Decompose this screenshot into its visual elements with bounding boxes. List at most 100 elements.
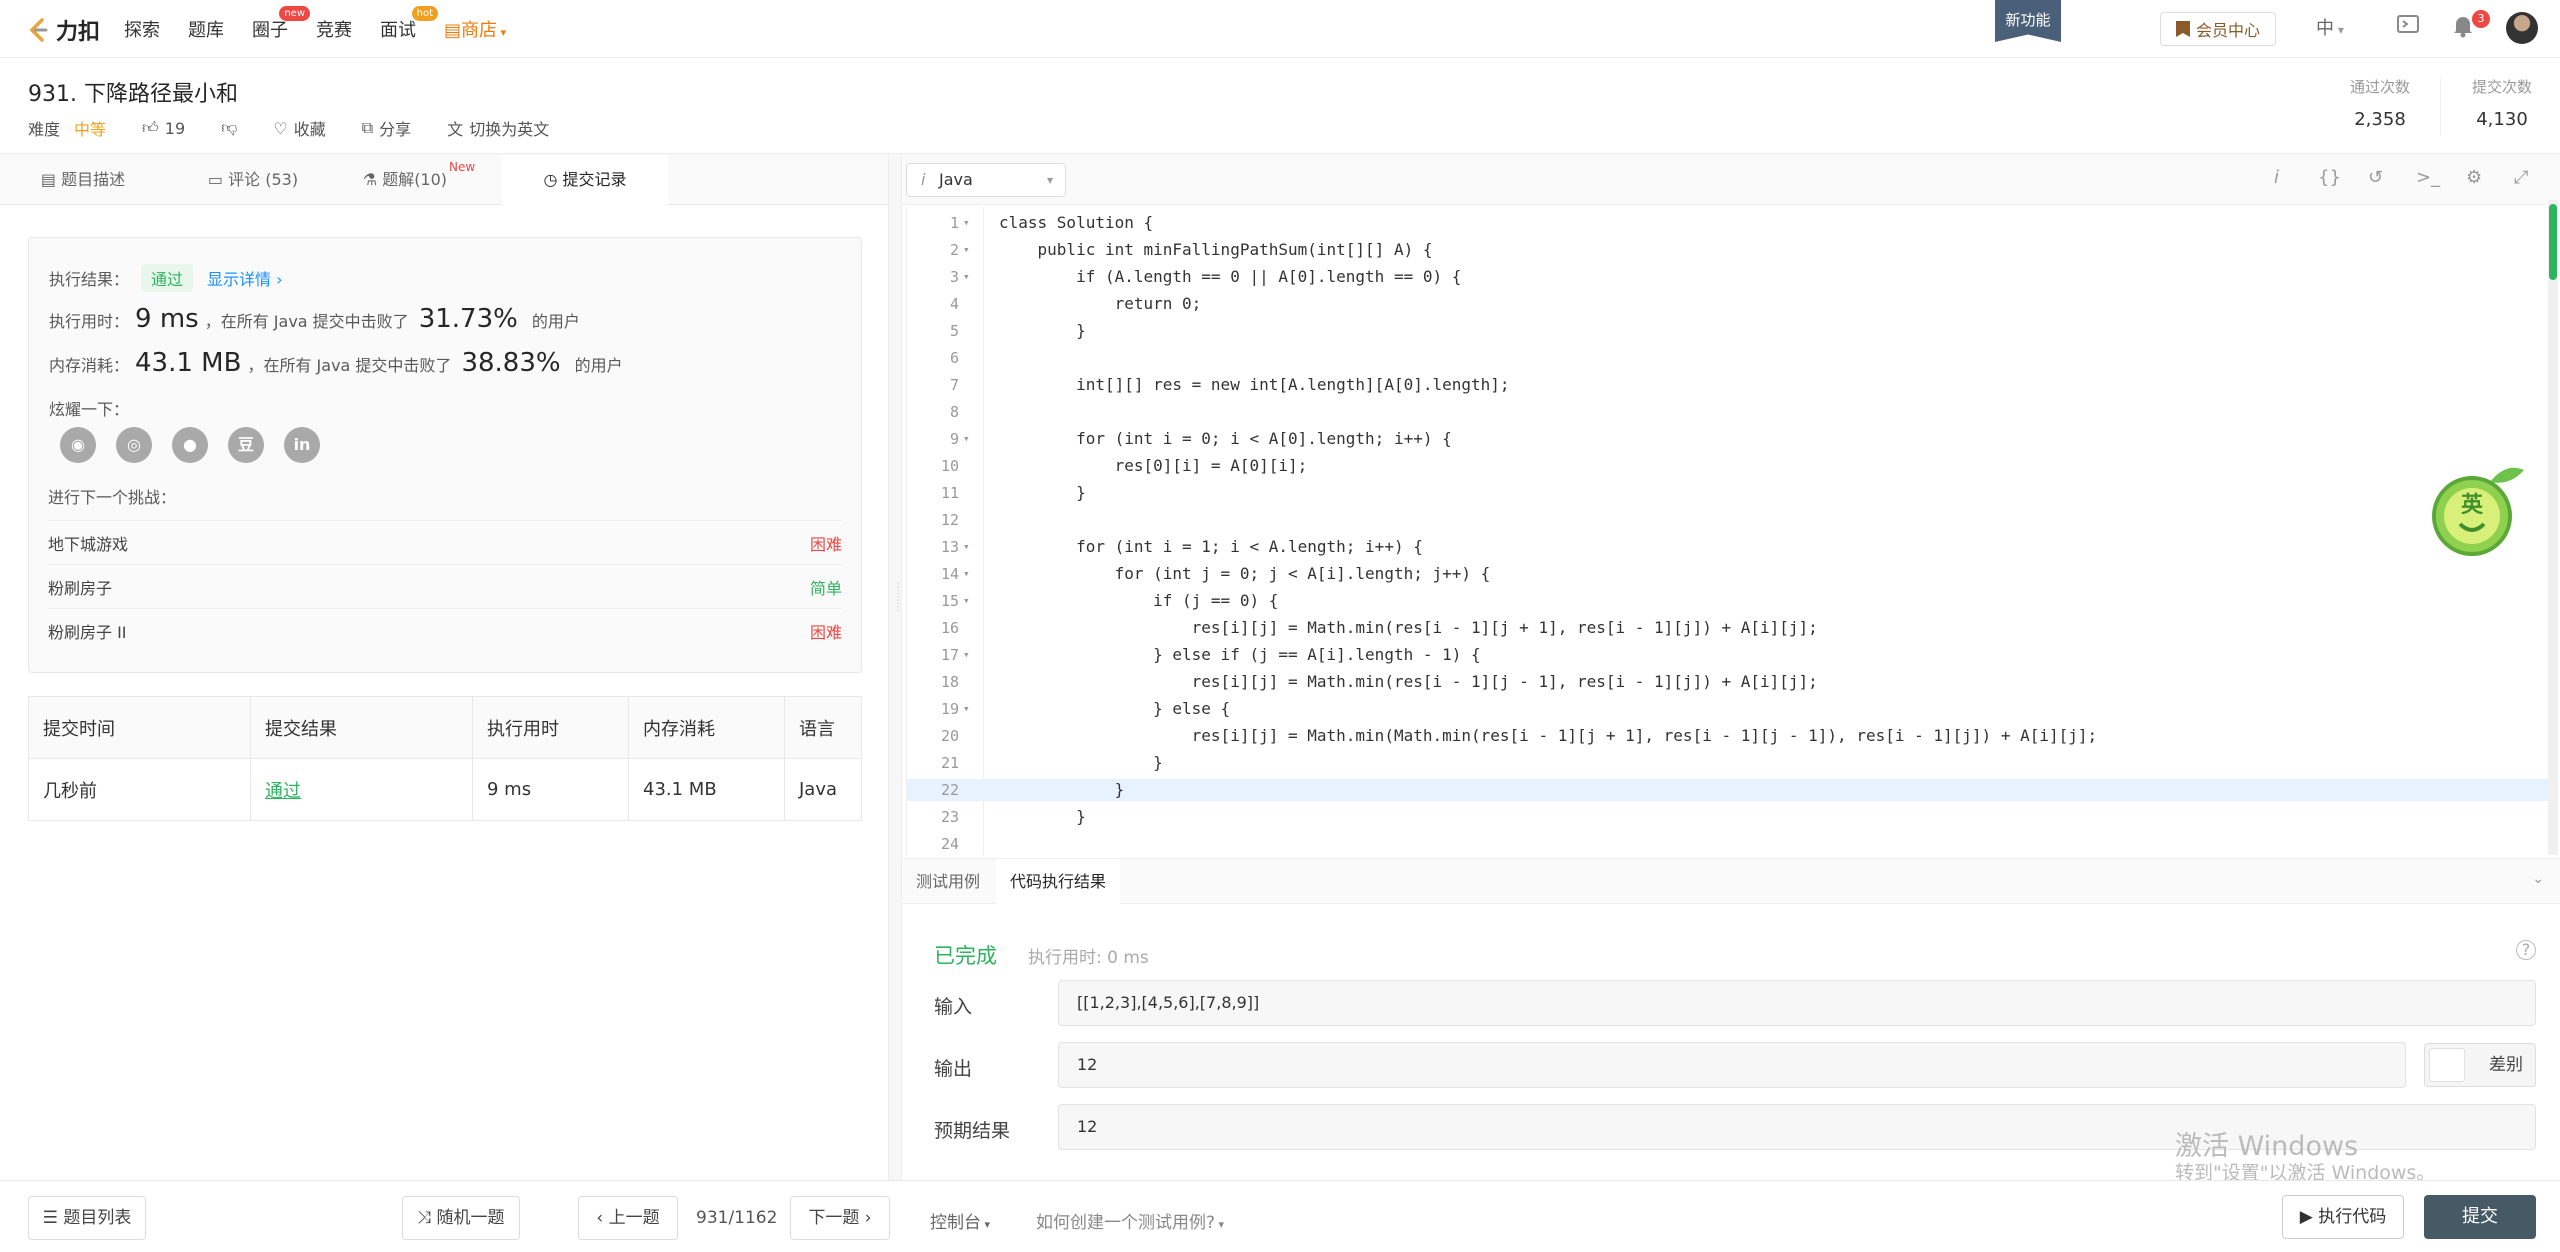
chevron-down-icon: ▾: [1215, 1218, 1225, 1231]
fold-icon[interactable]: ▾: [963, 212, 970, 234]
mascot-icon[interactable]: 英: [2428, 460, 2528, 560]
info-icon: i: [921, 170, 926, 189]
code-line: 11 }: [907, 482, 2550, 504]
table-cell: 43.1 MB: [628, 758, 785, 821]
memory-row: 内存消耗： 43.1 MB ，在所有 Java 提交中击败了 38.83% 的用…: [49, 348, 623, 378]
douban-icon[interactable]: 豆: [228, 427, 264, 463]
code-editor[interactable]: 1 ▾ class Solution {2 ▾ public int minFalli…: [906, 207, 2550, 855]
editor-scrollbar[interactable]: [2548, 200, 2558, 855]
tab-description[interactable]: ▤ 题目描述: [8, 155, 158, 205]
nav-circle[interactable]: 圈子 new: [252, 6, 310, 42]
nav-contest[interactable]: 竞赛: [316, 16, 352, 42]
hot-badge: hot: [411, 6, 438, 21]
line-number: 8: [949, 403, 959, 421]
vip-center-button[interactable]: 会员中心: [2160, 12, 2276, 46]
store-icon: ▤: [444, 20, 462, 41]
new-label: New: [449, 160, 476, 174]
nav-store[interactable]: ▤商店 ▾: [444, 16, 506, 42]
help-icon[interactable]: ?: [2516, 940, 2536, 960]
code-text: }: [999, 483, 1086, 502]
translate-icon: 文: [447, 120, 464, 139]
submission-result-link[interactable]: 通过: [250, 758, 473, 821]
fullscreen-icon[interactable]: ⤢: [2514, 167, 2528, 188]
playground-icon[interactable]: [2396, 14, 2420, 41]
submissions-stat: 提交次数 4,130: [2471, 78, 2532, 130]
code-line: 16 res[i][j] = Math.min(res[i - 1][j + 1…: [907, 617, 2550, 639]
chevron-right-icon: ›: [859, 1208, 872, 1228]
output-value: 12: [1058, 1042, 2406, 1088]
info-icon[interactable]: i: [2274, 167, 2279, 188]
table-row: 几秒前 通过 9 ms 43.1 MB Java: [28, 758, 862, 821]
diff-toggle[interactable]: 差别: [2424, 1043, 2536, 1087]
code-text: int[][] res = new int[A.length][A[0].len…: [999, 375, 1510, 394]
tab-solutions[interactable]: ⚗ 题解(10)New: [336, 155, 502, 205]
fold-icon[interactable]: ▾: [963, 239, 970, 261]
favorite-button[interactable]: ♡ 收藏: [273, 116, 325, 140]
panel-splitter[interactable]: ⋮ ⋮ ⋮: [888, 155, 903, 1180]
linkedin-icon[interactable]: in: [284, 427, 320, 463]
language-switch[interactable]: 中 ▾: [2316, 14, 2344, 40]
challenge-item[interactable]: 粉刷房子 II 困难: [48, 608, 842, 652]
divider: [2440, 78, 2441, 136]
fold-icon[interactable]: ▾: [963, 428, 970, 450]
drag-handle-icon: ⋮ ⋮ ⋮: [893, 582, 903, 613]
like-button[interactable]: 👍︎ 19: [142, 118, 185, 138]
tab-run-result[interactable]: 代码执行结果: [996, 859, 1121, 904]
toggle-switch[interactable]: [2429, 1048, 2465, 1082]
braces-icon[interactable]: {}: [2318, 167, 2341, 188]
fold-icon[interactable]: ▾: [963, 644, 970, 666]
settings-icon[interactable]: ⚙: [2466, 167, 2482, 188]
howto-testcase-link[interactable]: 如何创建一个测试用例? ▾: [1036, 1208, 1224, 1233]
line-number: 15: [940, 592, 959, 610]
nav-interview[interactable]: 面试 hot: [380, 6, 438, 42]
submit-button[interactable]: 提交: [2424, 1195, 2536, 1239]
line-number: 5: [949, 322, 959, 340]
tab-comments[interactable]: ▭ 评论 (53): [170, 155, 336, 205]
share-button[interactable]: ⧉ 分享: [362, 116, 411, 140]
logo[interactable]: 力扣: [26, 14, 100, 46]
fold-icon[interactable]: ▾: [963, 563, 970, 585]
console-toggle[interactable]: 控制台 ▾: [930, 1208, 990, 1233]
nav-explore[interactable]: 探索: [124, 16, 160, 42]
tab-submissions[interactable]: ◷ 提交记录: [502, 155, 668, 205]
prev-problem-button[interactable]: ‹ 上一题: [578, 1196, 678, 1240]
challenge-item[interactable]: 粉刷房子 简单: [48, 564, 842, 608]
line-number: 10: [940, 457, 959, 475]
weibo-icon[interactable]: ◎: [116, 427, 152, 463]
qq-icon[interactable]: ●: [172, 427, 208, 463]
difficulty-value: 中等: [74, 120, 107, 139]
problem-title: 931. 下降路径最小和: [28, 82, 238, 107]
show-details-link[interactable]: 显示详情 ›: [207, 266, 283, 290]
fold-icon[interactable]: ▾: [963, 590, 970, 612]
chevron-down-icon[interactable]: ⌄: [2532, 871, 2544, 887]
new-feature-ribbon[interactable]: 新功能: [1995, 0, 2061, 42]
code-line: 24: [907, 833, 2550, 855]
chevron-left-icon: ‹: [596, 1208, 609, 1228]
wechat-icon[interactable]: ◉: [60, 427, 96, 463]
terminal-icon[interactable]: >_: [2416, 167, 2440, 188]
tab-testcase[interactable]: 测试用例: [902, 859, 994, 904]
code-line: 13 ▾ for (int i = 1; i < A.length; i++) {: [907, 536, 2550, 558]
bell-icon[interactable]: [2452, 14, 2474, 43]
result-row: 执行结果： 通过 显示详情 ›: [49, 264, 283, 292]
random-problem-button[interactable]: ⤨ 随机一题: [402, 1196, 520, 1240]
reset-icon[interactable]: ↺: [2368, 167, 2383, 188]
line-number: 1: [949, 214, 959, 232]
challenge-item[interactable]: 地下城游戏 困难: [48, 520, 842, 564]
vip-icon: [2175, 21, 2190, 37]
language-select[interactable]: i Java ▾: [906, 163, 1066, 197]
problem-list-button[interactable]: ☰ 题目列表: [28, 1196, 146, 1240]
code-text: }: [999, 780, 1125, 799]
run-code-button[interactable]: ▶ 执行代码: [2282, 1195, 2404, 1239]
switch-english-button[interactable]: 文切换为英文: [447, 116, 549, 140]
fold-icon[interactable]: ▾: [963, 266, 970, 288]
avatar[interactable]: [2506, 12, 2538, 44]
dislike-button[interactable]: 👎︎: [221, 118, 237, 138]
code-line: 6: [907, 347, 2550, 369]
fold-icon[interactable]: ▾: [963, 698, 970, 720]
editor-scroll-thumb[interactable]: [2549, 204, 2557, 280]
nav-problems[interactable]: 题库: [188, 16, 224, 42]
fold-icon[interactable]: ▾: [963, 536, 970, 558]
code-line: 4 return 0;: [907, 293, 2550, 315]
next-problem-button[interactable]: 下一题 ›: [790, 1196, 890, 1240]
